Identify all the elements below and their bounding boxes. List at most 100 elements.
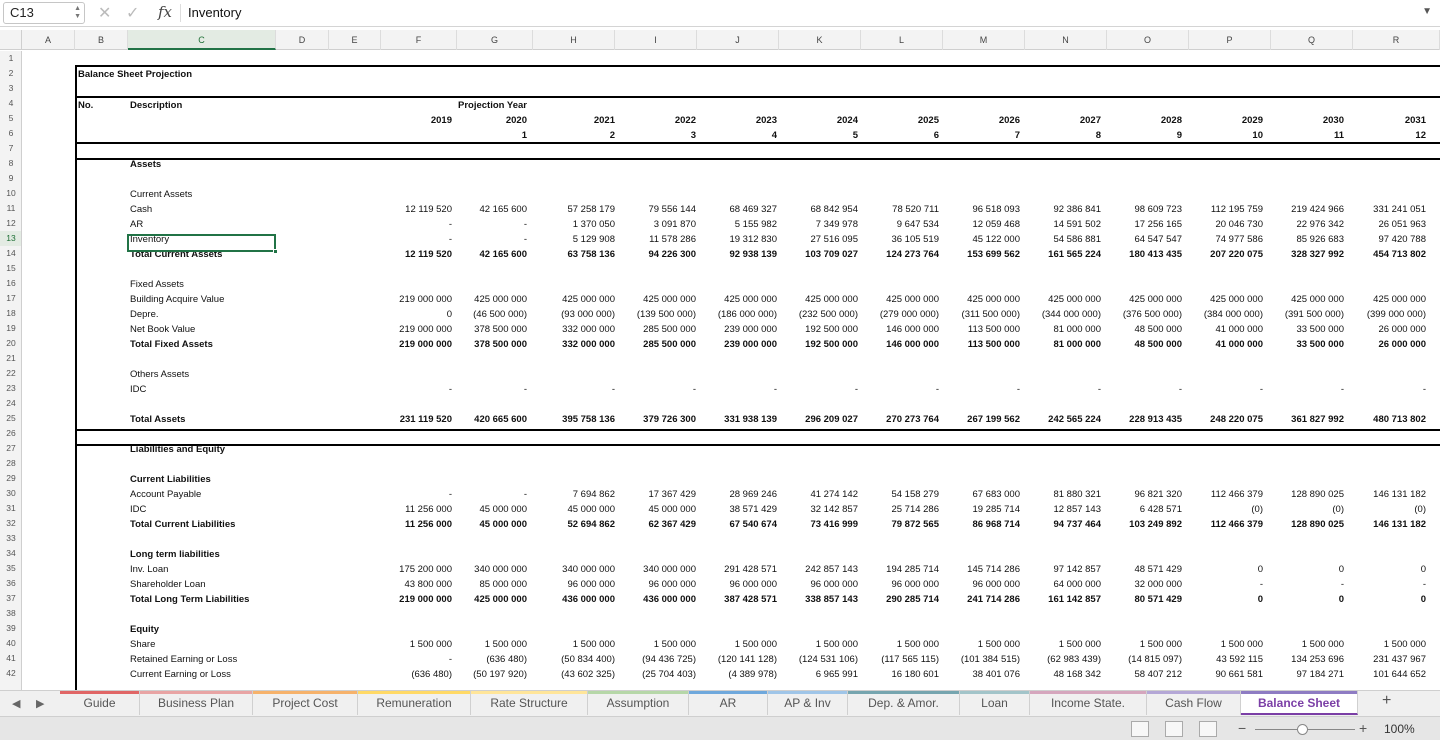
- value-cell[interactable]: 7 694 862: [535, 487, 615, 502]
- value-cell[interactable]: -: [372, 232, 452, 247]
- value-cell[interactable]: 11 256 000: [372, 517, 452, 532]
- value-cell[interactable]: 231 119 520: [372, 412, 452, 427]
- value-cell[interactable]: 242 857 143: [778, 562, 858, 577]
- value-cell[interactable]: 67 540 674: [697, 517, 777, 532]
- value-cell[interactable]: 19 285 714: [940, 502, 1020, 517]
- row-label[interactable]: Current Earning or Loss: [130, 667, 231, 682]
- value-cell[interactable]: 192 500 000: [778, 322, 858, 337]
- value-cell[interactable]: 79 556 144: [616, 202, 696, 217]
- sheet-tab[interactable]: AR: [689, 691, 768, 715]
- value-cell[interactable]: 74 977 586: [1183, 232, 1263, 247]
- value-cell[interactable]: 0: [1346, 562, 1426, 577]
- row-label[interactable]: Current Assets: [130, 187, 192, 202]
- row-label[interactable]: Current Liabilities: [130, 472, 211, 487]
- value-cell[interactable]: 175 200 000: [372, 562, 452, 577]
- value-cell[interactable]: 54 586 881: [1021, 232, 1101, 247]
- row-label[interactable]: Total Current Liabilities: [130, 517, 235, 532]
- value-cell[interactable]: 1 500 000: [372, 637, 452, 652]
- value-cell[interactable]: 11 578 286: [616, 232, 696, 247]
- value-cell[interactable]: 17 256 165: [1102, 217, 1182, 232]
- row-header-21[interactable]: 21: [0, 351, 21, 366]
- value-cell[interactable]: 146 131 182: [1346, 517, 1426, 532]
- value-cell[interactable]: 17 367 429: [616, 487, 696, 502]
- sheet-tab[interactable]: Assumption: [588, 691, 689, 715]
- formula-input[interactable]: Inventory: [188, 5, 241, 20]
- value-cell[interactable]: 41 000 000: [1183, 337, 1263, 352]
- value-cell[interactable]: (636 480): [372, 667, 452, 682]
- value-cell[interactable]: 128 890 025: [1264, 487, 1344, 502]
- value-cell[interactable]: 1 500 000: [1021, 637, 1101, 652]
- value-cell[interactable]: 124 273 764: [859, 247, 939, 262]
- sheet-tab[interactable]: Cash Flow: [1147, 691, 1241, 715]
- row-label[interactable]: Equity: [130, 622, 159, 637]
- column-header-o[interactable]: O: [1107, 30, 1189, 50]
- value-cell[interactable]: 94 737 464: [1021, 517, 1101, 532]
- value-cell[interactable]: 96 000 000: [697, 577, 777, 592]
- insert-function-icon[interactable]: fx: [158, 3, 172, 21]
- value-cell[interactable]: 228 913 435: [1102, 412, 1182, 427]
- column-header-c[interactable]: C: [128, 30, 276, 50]
- value-cell[interactable]: (101 384 515): [940, 652, 1020, 667]
- value-cell[interactable]: (0): [1264, 502, 1344, 517]
- value-cell[interactable]: 96 000 000: [778, 577, 858, 592]
- value-cell[interactable]: 207 220 075: [1183, 247, 1263, 262]
- value-cell[interactable]: -: [859, 382, 939, 397]
- value-cell[interactable]: (50 197 920): [447, 667, 527, 682]
- value-cell[interactable]: 80 571 429: [1102, 592, 1182, 607]
- row-header-1[interactable]: 1: [0, 51, 21, 66]
- value-cell[interactable]: (46 500 000): [447, 307, 527, 322]
- value-cell[interactable]: 58 407 212: [1102, 667, 1182, 682]
- value-cell[interactable]: 5 155 982: [697, 217, 777, 232]
- value-cell[interactable]: 379 726 300: [616, 412, 696, 427]
- value-cell[interactable]: -: [1183, 382, 1263, 397]
- row-header-23[interactable]: 23: [0, 381, 21, 396]
- row-header-39[interactable]: 39: [0, 621, 21, 636]
- value-cell[interactable]: 54 158 279: [859, 487, 939, 502]
- row-header-7[interactable]: 7: [0, 141, 21, 156]
- value-cell[interactable]: (391 500 000): [1264, 307, 1344, 322]
- value-cell[interactable]: (344 000 000): [1021, 307, 1101, 322]
- value-cell[interactable]: 267 199 562: [940, 412, 1020, 427]
- value-cell[interactable]: -: [372, 487, 452, 502]
- value-cell[interactable]: -: [447, 487, 527, 502]
- value-cell[interactable]: 52 694 862: [535, 517, 615, 532]
- value-cell[interactable]: 378 500 000: [447, 337, 527, 352]
- value-cell[interactable]: 11 256 000: [372, 502, 452, 517]
- row-label[interactable]: Others Assets: [130, 367, 189, 382]
- value-cell[interactable]: 12 857 143: [1021, 502, 1101, 517]
- value-cell[interactable]: 48 500 000: [1102, 337, 1182, 352]
- value-cell[interactable]: -: [1183, 577, 1263, 592]
- value-cell[interactable]: 145 714 286: [940, 562, 1020, 577]
- value-cell[interactable]: 285 500 000: [616, 337, 696, 352]
- value-cell[interactable]: (43 602 325): [535, 667, 615, 682]
- row-header-31[interactable]: 31: [0, 501, 21, 516]
- column-header-h[interactable]: H: [533, 30, 615, 50]
- value-cell[interactable]: 296 209 027: [778, 412, 858, 427]
- value-cell[interactable]: 14 591 502: [1021, 217, 1101, 232]
- fill-handle[interactable]: [273, 249, 278, 254]
- value-cell[interactable]: 45 000 000: [535, 502, 615, 517]
- value-cell[interactable]: (94 436 725): [616, 652, 696, 667]
- value-cell[interactable]: 332 000 000: [535, 337, 615, 352]
- value-cell[interactable]: 81 880 321: [1021, 487, 1101, 502]
- value-cell[interactable]: 219 000 000: [372, 337, 452, 352]
- value-cell[interactable]: 12 119 520: [372, 202, 452, 217]
- column-header-p[interactable]: P: [1189, 30, 1271, 50]
- value-cell[interactable]: 219 000 000: [372, 322, 452, 337]
- value-cell[interactable]: (636 480): [447, 652, 527, 667]
- row-label[interactable]: Retained Earning or Loss: [130, 652, 237, 667]
- value-cell[interactable]: 3 091 870: [616, 217, 696, 232]
- column-header-e[interactable]: E: [329, 30, 381, 50]
- row-header-41[interactable]: 41: [0, 651, 21, 666]
- value-cell[interactable]: 85 926 683: [1264, 232, 1344, 247]
- row-header-33[interactable]: 33: [0, 531, 21, 546]
- value-cell[interactable]: 425 000 000: [1183, 292, 1263, 307]
- value-cell[interactable]: 42 165 600: [447, 202, 527, 217]
- sheet-tab[interactable]: Loan: [960, 691, 1030, 715]
- value-cell[interactable]: 81 000 000: [1021, 337, 1101, 352]
- add-sheet-icon[interactable]: +: [1382, 692, 1391, 710]
- value-cell[interactable]: 395 758 136: [535, 412, 615, 427]
- row-label[interactable]: Assets: [130, 157, 161, 172]
- value-cell[interactable]: (139 500 000): [616, 307, 696, 322]
- row-header-8[interactable]: 8: [0, 156, 21, 171]
